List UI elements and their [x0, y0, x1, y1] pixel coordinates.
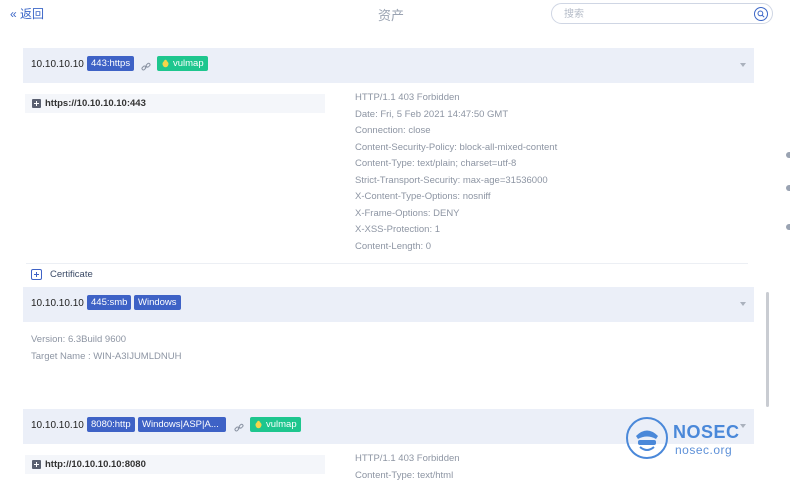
header-line: HTTP/1.1 403 Forbidden: [355, 453, 460, 464]
search-input[interactable]: [564, 7, 744, 21]
edge-marker: [786, 224, 790, 230]
back-button[interactable]: « 返回: [10, 5, 44, 22]
vulmap-tag[interactable]: vulmap: [250, 417, 301, 432]
expand-icon[interactable]: [32, 99, 41, 108]
asset-header[interactable]: 10.10.10.10 443:https vulmap: [23, 48, 754, 83]
nosec-logo-icon: [626, 417, 668, 459]
vulmap-label: vulmap: [266, 419, 297, 430]
certificate-label: Certificate: [50, 269, 93, 280]
header-line: Content-Type: text/html: [355, 469, 454, 481]
header-line: Content-Type: text/plain; charset=utf-8: [355, 158, 517, 169]
asset-header[interactable]: 10.10.10.10 445:smb Windows: [23, 287, 754, 322]
service-url-row[interactable]: http://10.10.10.10:8080: [25, 455, 325, 474]
link-icon[interactable]: [234, 420, 244, 438]
header-line: X-Frame-Options: DENY: [355, 207, 460, 219]
os-tag[interactable]: Windows: [134, 295, 181, 310]
service-details: Version: 6.3Build 9600 Target Name : WIN…: [31, 332, 181, 365]
link-icon[interactable]: [141, 59, 151, 77]
header-line: X-XSS-Protection: 1: [355, 224, 441, 235]
service-url-row[interactable]: https://10.10.10.10:443: [25, 94, 325, 113]
asset-ip: 10.10.10.10: [31, 59, 84, 70]
asset-ip: 10.10.10.10: [31, 298, 84, 309]
chevron-down-icon[interactable]: [740, 302, 746, 306]
plus-icon: [31, 269, 42, 280]
vulmap-label: vulmap: [173, 58, 204, 69]
page-title: 资产: [378, 8, 405, 23]
detail-line: Version: 6.3Build 9600: [31, 334, 127, 345]
edge-marker: [786, 152, 790, 158]
header-line: Strict-Transport-Security: max-age=31536…: [355, 174, 548, 186]
tech-tag[interactable]: Windows|ASP|A...: [138, 417, 226, 432]
port-tag[interactable]: 445:smb: [87, 295, 132, 310]
header-line: Content-Length: 0: [355, 240, 432, 252]
header-line: Content-Security-Policy: block-all-mixed…: [355, 141, 558, 153]
port-tag[interactable]: 443:https: [87, 56, 135, 71]
response-headers: HTTP/1.1 403 Forbidden Date: Fri, 5 Feb …: [355, 90, 557, 255]
nosec-watermark: NOSEC nosec.org: [625, 416, 755, 462]
search-box: [551, 3, 773, 24]
service-url: http://10.10.10.10:8080: [45, 459, 146, 470]
watermark-brand: NOSEC: [673, 422, 740, 442]
asset-ip: 10.10.10.10: [31, 420, 84, 431]
bug-icon: [255, 420, 262, 429]
top-bar: « 返回 资产: [0, 0, 790, 30]
response-headers: HTTP/1.1 403 Forbidden Content-Type: tex…: [355, 451, 460, 484]
header-line: Connection: close: [355, 125, 431, 136]
divider: [26, 263, 748, 264]
detail-line: Target Name : WIN-A3IJUMLDNUH: [31, 350, 182, 362]
chevron-down-icon[interactable]: [740, 63, 746, 67]
header-line: X-Content-Type-Options: nosniff: [355, 191, 491, 202]
service-url: https://10.10.10.10:443: [45, 98, 146, 109]
scrollbar-thumb[interactable]: [766, 292, 769, 407]
header-line: Date: Fri, 5 Feb 2021 14:47:50 GMT: [355, 108, 509, 120]
vulmap-tag[interactable]: vulmap: [157, 56, 208, 71]
certificate-toggle[interactable]: Certificate: [31, 269, 93, 280]
header-line: HTTP/1.1 403 Forbidden: [355, 92, 460, 103]
edge-marker: [786, 185, 790, 191]
search-icon[interactable]: [754, 7, 768, 21]
expand-icon[interactable]: [32, 460, 41, 469]
watermark-domain: nosec.org: [675, 443, 733, 457]
bug-icon: [162, 59, 169, 68]
port-tag[interactable]: 8080:http: [87, 417, 135, 432]
